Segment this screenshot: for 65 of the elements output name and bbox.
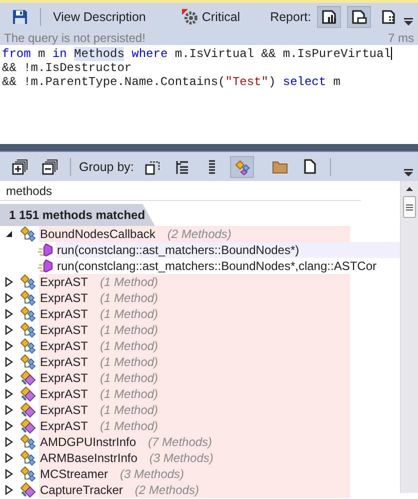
expand-arrow-icon[interactable] <box>4 357 14 367</box>
expand-arrow-icon[interactable] <box>4 389 14 399</box>
expand-arrow-icon[interactable] <box>4 293 14 303</box>
tree-item[interactable]: ExprAST (1 Method) <box>39 386 350 402</box>
report-label: Report: <box>270 10 312 24</box>
tree-item[interactable]: ExprAST (1 Method) <box>39 306 350 322</box>
tree-item[interactable]: ExprAST (1 Method) <box>39 290 350 306</box>
tree-item[interactable]: AMDGPUInstrInfo (7 Methods) <box>39 434 350 450</box>
group-by-label: Group by: <box>79 160 134 174</box>
class-icon <box>20 322 37 338</box>
interface-icon <box>20 402 37 418</box>
scrollbar[interactable] <box>400 181 418 493</box>
tree-item[interactable]: ExprAST (1 Method) <box>39 322 350 338</box>
tree-item[interactable]: run(constclang::ast_matchers::BoundNodes*,clang::ASTCor <box>56 258 400 274</box>
class-icon <box>20 434 37 450</box>
window-report-icon[interactable] <box>347 6 372 28</box>
expand-arrow-icon[interactable] <box>4 453 14 463</box>
tree-item[interactable]: CaptureTracker (2 Methods) <box>39 482 350 498</box>
expand-arrow-icon[interactable] <box>4 437 14 447</box>
view-description-button[interactable]: View Description <box>49 6 150 26</box>
interface-icon <box>20 482 37 498</box>
class-icon <box>20 466 37 482</box>
expand-arrow-icon[interactable] <box>4 373 14 383</box>
tree-item[interactable]: ExprAST (1 Method) <box>39 338 350 354</box>
interface-icon <box>20 386 37 402</box>
interface-icon <box>20 370 37 386</box>
tree-item[interactable]: ExprAST (1 Method) <box>39 274 350 290</box>
collapse-arrow-icon[interactable] <box>4 230 14 238</box>
expand-arrow-icon[interactable] <box>4 277 14 287</box>
tree-item[interactable]: ExprAST (1 Method) <box>39 402 350 418</box>
overflow-icon[interactable] <box>404 18 413 26</box>
class-icon <box>20 274 37 290</box>
expand-arrow-icon[interactable] <box>4 405 14 415</box>
expand-arrow-icon[interactable] <box>4 309 14 319</box>
class-icon <box>20 226 37 242</box>
tree-item[interactable]: ExprAST (1 Method) <box>39 370 350 386</box>
expand-arrow-icon[interactable] <box>4 421 14 431</box>
tree-item[interactable]: MCStreamer (3 Methods) <box>39 466 350 482</box>
expand-arrow-icon[interactable] <box>4 325 14 335</box>
status-message: The query is not persisted! <box>4 30 146 44</box>
tree-item[interactable]: BoundNodesCallback (2 Methods) <box>39 226 350 242</box>
class-icon <box>20 354 37 370</box>
type-icon[interactable] <box>230 156 254 178</box>
scroll-thumb[interactable] <box>403 196 416 218</box>
tree-item[interactable]: run(constclang::ast_matchers::BoundNodes*) <box>56 242 400 258</box>
overflow-icon[interactable] <box>404 169 413 177</box>
grip-icon <box>406 204 413 210</box>
scroll-up-icon[interactable] <box>406 187 413 191</box>
query-duration: 7 ms <box>388 30 414 44</box>
bar-chart-report-icon[interactable] <box>317 6 342 28</box>
tree-item[interactable]: ExprAST (1 Method) <box>39 354 350 370</box>
expand-arrow-icon[interactable] <box>4 485 14 495</box>
gear-icon <box>182 8 198 24</box>
method-icon <box>38 258 54 274</box>
expand-arrow-icon[interactable] <box>4 469 14 479</box>
interface-icon <box>20 418 37 434</box>
class-icon <box>20 450 37 466</box>
critical-button[interactable]: Critical <box>178 6 244 28</box>
class-icon <box>20 290 37 306</box>
expand-arrow-icon[interactable] <box>4 341 14 351</box>
method-icon <box>38 242 54 258</box>
tree-item[interactable]: ARMBaseInstrInfo (3 Methods) <box>39 450 350 466</box>
class-icon <box>20 338 37 354</box>
class-icon <box>20 306 37 322</box>
tree-item[interactable]: ExprAST (1 Method) <box>39 418 350 434</box>
